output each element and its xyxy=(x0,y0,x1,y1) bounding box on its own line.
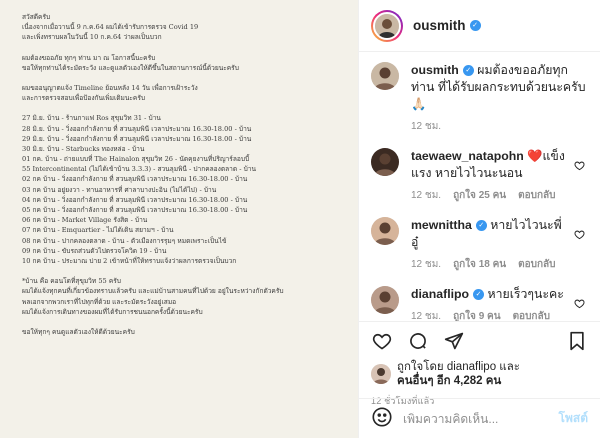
comment-like-heart-icon[interactable] xyxy=(574,160,586,203)
comment-body: dianaflipo ✓ หายเร็วๆนะคะ 12 ชม. ถูกใจ 9 คน… xyxy=(411,286,566,321)
comment-text: หายเร็วๆนะคะ xyxy=(487,287,564,301)
comment-like-count[interactable]: ถูกใจ 25 คน xyxy=(453,188,506,203)
image-text-line: เนื่องจากเมื่อวานนี้ 9 ก.ค.64 ผมได้เข้าร… xyxy=(22,23,199,32)
image-text-line: 10 กค บ้าน - ประมาณ บ่าย 2 เข้าหน้าที่ให… xyxy=(22,256,237,265)
comment-time[interactable]: 12 ชม. xyxy=(411,309,441,321)
image-text-line: 06 กค บ้าน - Market Village รังสิต - บ้า… xyxy=(22,216,148,225)
comment-text-row: dianaflipo ✓ หายเร็วๆนะคะ xyxy=(411,286,566,303)
comment-body: mewnittha ✓ หายไวไวนะพี่อู๋ 12 ชม. ถูกใจ 18… xyxy=(411,217,566,272)
post-header: ousmith ✓ xyxy=(359,0,600,52)
image-text-spacer xyxy=(22,43,348,53)
verified-badge-icon: ✓ xyxy=(475,220,487,232)
comment-username[interactable]: dianaflipo xyxy=(411,287,469,301)
comment-text-row: ousmith ✓ ผมต้องขออภัยทุกท่าน ที่ได้รับผล… xyxy=(411,62,586,113)
liker-avatar xyxy=(371,364,391,384)
instagram-post-view: สวัสดีครับเนื่องจากเมื่อวานนี้ 9 ก.ค.64 … xyxy=(0,0,600,438)
comment-item: ousmith ✓ ผมต้องขออภัยทุกท่าน ที่ได้รับผล… xyxy=(371,62,586,134)
comment-meta: 12 ชม. xyxy=(411,119,586,134)
comment-body: taewaew_natapohn ❤️แข็งแรง หายไวไวนะนอน 1… xyxy=(411,148,566,203)
comments-list: ousmith ✓ ผมต้องขออภัยทุกท่าน ที่ได้รับผล… xyxy=(359,52,600,321)
comment-like-count[interactable]: ถูกใจ 18 คน xyxy=(453,257,506,272)
image-text-line: และการตรวจสอบเพื่อป้องกันเพิ่มเติมนะครับ xyxy=(22,94,146,103)
image-text-line: ผมขออนุญาตแจ้ง Timeline ย้อนหลัง 14 วัน … xyxy=(22,83,198,92)
emoji-icon[interactable] xyxy=(371,406,393,432)
comment-icon[interactable] xyxy=(407,330,429,352)
bookmark-icon[interactable] xyxy=(566,330,588,352)
share-icon[interactable] xyxy=(443,330,465,352)
comment-username[interactable]: taewaew_natapohn xyxy=(411,149,524,163)
image-text-line: ผมต้องขออภัย ทุกๆ ท่าน มา ณ โอกาสนี้นะคร… xyxy=(22,53,156,62)
comment-composer: โพสต์ xyxy=(359,398,600,438)
comment-item: dianaflipo ✓ หายเร็วๆนะคะ 12 ชม. ถูกใจ 9 คน… xyxy=(371,286,586,321)
reply-button[interactable]: ตอบกลับ xyxy=(513,309,550,321)
image-text-line: 04 กค บ้าน - วิ่งออกกำลังกาย ที่ สวนลุมพ… xyxy=(22,195,248,204)
image-text-line: 03 กค บ้าน อยู่ยงวา - ทานอาหารที่ ศาลาบา… xyxy=(22,185,217,194)
commenter-avatar[interactable] xyxy=(371,62,399,90)
image-text-spacer xyxy=(22,103,348,113)
likes-line-2[interactable]: คนอื่นๆ อีก 4,282 คน xyxy=(397,374,520,388)
post-comment-button[interactable]: โพสต์ xyxy=(559,409,588,428)
comment-like-count[interactable]: ถูกใจ 9 คน xyxy=(453,309,501,321)
post-image[interactable]: สวัสดีครับเนื่องจากเมื่อวานนี้ 9 ก.ค.64 … xyxy=(0,0,358,438)
comment-text-row: mewnittha ✓ หายไวไวนะพี่อู๋ xyxy=(411,217,566,251)
commenter-avatar[interactable] xyxy=(371,217,399,245)
commenter-avatar[interactable] xyxy=(371,148,399,176)
image-text-line: สวัสดีครับ xyxy=(22,13,51,21)
image-text-line: และเพิ่งทราบผลในวันนี้ 10 ก.ค.64 ว่าผลเป… xyxy=(22,33,162,42)
comment-body: ousmith ✓ ผมต้องขออภัยทุกท่าน ที่ได้รับผล… xyxy=(411,62,586,134)
verified-badge-icon: ✓ xyxy=(469,20,481,31)
image-text-line: 30 มิ.ย. บ้าน - Starbucks ทองหล่อ - บ้าน xyxy=(22,144,145,153)
image-text-line: 28 มิ.ย. บ้าน - วิ่งออกกำลังกาย ที่ สวนล… xyxy=(22,124,252,133)
image-text-line: พลเอกจากพวกเราที่ไปทุกที่ด้วย และระมัดระ… xyxy=(22,297,177,306)
author-avatar[interactable] xyxy=(373,11,401,40)
image-text-line: ผมได้แจ้งการเดินทางของผมที่ได้รับการชนนอ… xyxy=(22,307,203,316)
verified-badge-icon: ✓ xyxy=(462,65,474,77)
author-username[interactable]: ousmith xyxy=(413,18,466,33)
image-text-spacer xyxy=(22,266,348,276)
verified-badge-icon: ✓ xyxy=(473,289,485,301)
image-text-spacer xyxy=(22,73,348,83)
comment-like-heart-icon[interactable] xyxy=(574,298,586,321)
image-text-line: 01 กค. บ้าน - ถ่ายแบบที่ The Hainalon สุ… xyxy=(22,155,250,164)
comment-username[interactable]: mewnittha xyxy=(411,218,472,232)
commenter-avatar[interactable] xyxy=(371,286,399,314)
comment-meta: 12 ชม. ถูกใจ 9 คน ตอบกลับ xyxy=(411,309,566,321)
likes-text: ถูกใจโดย dianaflipo และ คนอื่นๆ อีก 4,28… xyxy=(397,360,520,388)
image-text-line: 09 กค บ้าน - ขับรถส่วนตัวไปตรวจโควิด 19 … xyxy=(22,246,167,255)
action-bar xyxy=(371,322,588,360)
image-text-spacer xyxy=(22,317,348,327)
comment-time[interactable]: 12 ชม. xyxy=(411,257,441,272)
heart-outline-icon[interactable] xyxy=(371,330,393,352)
comment-input[interactable] xyxy=(403,411,559,426)
image-text-line: 27 มิ.ย. บ้าน - ร้านกาแฟ Ros สุขุมวิท 31… xyxy=(22,114,161,123)
likes-summary[interactable]: ถูกใจโดย dianaflipo และ คนอื่นๆ อีก 4,28… xyxy=(371,360,588,388)
reply-button[interactable]: ตอบกลับ xyxy=(518,257,555,272)
image-text-line: *บ้าน คือ คอนโดที่สุขุมวิท 55 ครับ xyxy=(22,277,121,286)
image-text-line: 55 Intercontinental (ไม่ได้เข้าบ้าน 3.3.… xyxy=(22,165,256,174)
post-actions: ถูกใจโดย dianaflipo และ คนอื่นๆ อีก 4,28… xyxy=(359,321,600,408)
image-text-line: 02 กค บ้าน - วิ่งออกกำลังกาย ที่ สวนลุมพ… xyxy=(22,175,248,184)
reply-button[interactable]: ตอบกลับ xyxy=(518,188,555,203)
image-text-line: 07 กค บ้าน - Emquartier - ไม่ได้เดิน สยา… xyxy=(22,226,174,235)
comment-time[interactable]: 12 ชม. xyxy=(411,119,441,134)
image-text-line: 29 มิ.ย. บ้าน - วิ่งออกกำลังกาย ที่ สวนล… xyxy=(22,134,252,143)
author-avatar-ring[interactable] xyxy=(371,9,403,42)
image-text-line: ขอให้ทุกๆ คนดูแลตัวเองให้ดีด้วยนะครับ xyxy=(22,327,135,336)
post-side-panel: ousmith ✓ ousmith ✓ ผมต้องขออภัยทุกท่าน ท… xyxy=(358,0,600,438)
comment-item: taewaew_natapohn ❤️แข็งแรง หายไวไวนะนอน 1… xyxy=(371,148,586,203)
comment-text-row: taewaew_natapohn ❤️แข็งแรง หายไวไวนะนอน xyxy=(411,148,566,182)
comment-item: mewnittha ✓ หายไวไวนะพี่อู๋ 12 ชม. ถูกใจ 18… xyxy=(371,217,586,272)
likes-line-1: ถูกใจโดย dianaflipo และ xyxy=(397,361,520,373)
image-text-line: ผมได้แจ้งทุกคนที่เกี่ยวข้องทราบแล้วครับ … xyxy=(22,287,284,296)
image-text-line: ขอให้ทุกท่านได้ระมัดระวัง และดูแลตัวเองใ… xyxy=(22,63,239,72)
comment-like-heart-icon[interactable] xyxy=(574,229,586,272)
image-text-line: 08 กค บ้าน - ปากคลองตลาด - บ้าน - ตัวเมื… xyxy=(22,236,227,245)
comment-time[interactable]: 12 ชม. xyxy=(411,188,441,203)
comment-username[interactable]: ousmith xyxy=(411,63,459,77)
comment-meta: 12 ชม. ถูกใจ 25 คน ตอบกลับ xyxy=(411,188,566,203)
image-text-line: 05 กค บ้าน - วิ่งออกกำลังกาย ที่ สวนลุมพ… xyxy=(22,206,248,214)
comment-meta: 12 ชม. ถูกใจ 18 คน ตอบกลับ xyxy=(411,257,566,272)
